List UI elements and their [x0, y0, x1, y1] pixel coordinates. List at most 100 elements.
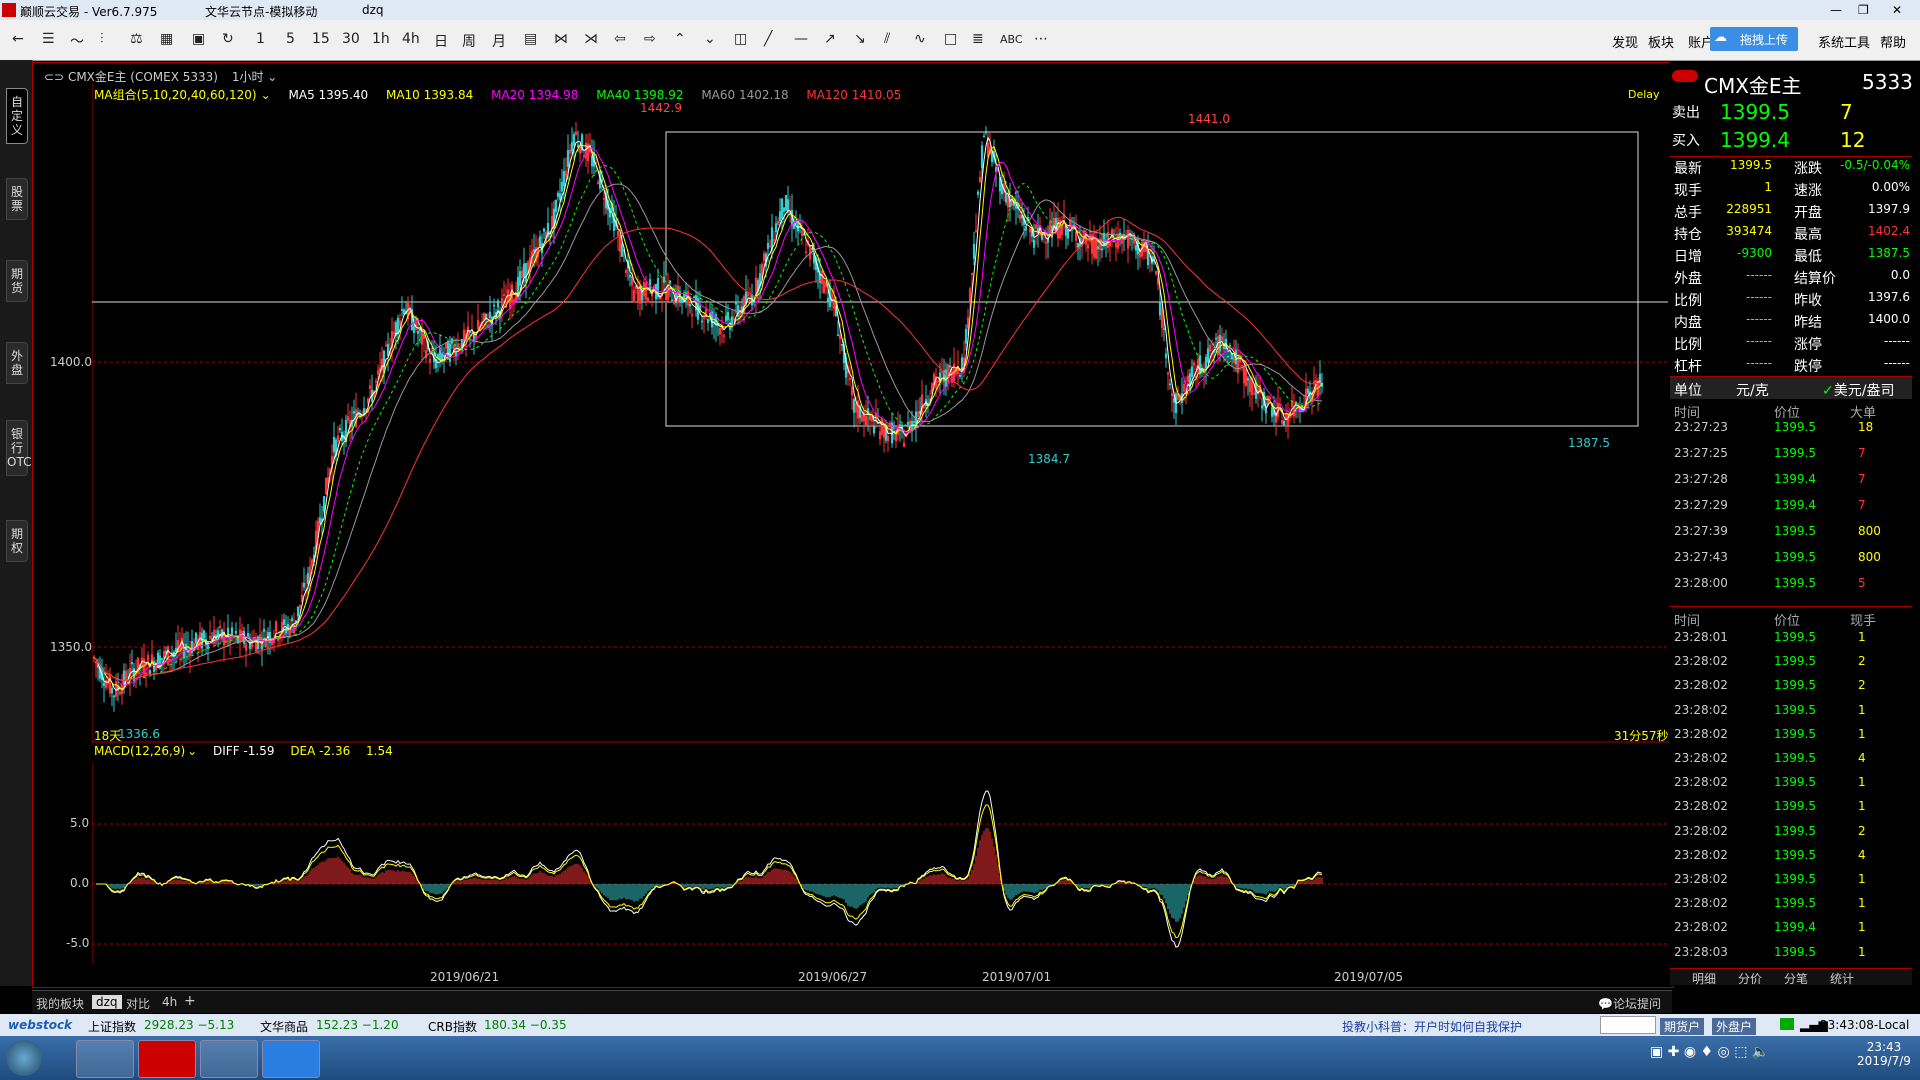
left-tab-custom[interactable]: 自定义 [6, 88, 28, 144]
wh6-app-icon[interactable] [138, 1040, 196, 1078]
candlestick-icon[interactable]: ⫶ [100, 31, 104, 47]
wh-label[interactable]: 文华商品 [260, 1018, 308, 1035]
menu-sector[interactable]: 板块 [1648, 32, 1674, 51]
quote-row: 23:28:02 1399.5 2 [1670, 654, 1912, 674]
candlestick-chart[interactable] [92, 84, 1668, 744]
tab-price-dist[interactable]: 分价 [1738, 970, 1762, 987]
period-1[interactable]: 1 [256, 31, 265, 47]
list-icon[interactable]: ☰ [42, 31, 55, 47]
bottom-tab-bar: 我的板块 dzq 对比 4h + 💬论坛提问 [32, 990, 1672, 1013]
quote-row: 23:28:02 1399.5 1 [1670, 703, 1912, 723]
left-tab-options[interactable]: 期权 [6, 520, 28, 562]
refresh-icon[interactable]: ↻ [222, 31, 234, 47]
draw-fib-icon[interactable]: ≣ [972, 31, 984, 47]
macd-title[interactable]: MACD(12,26,9) [94, 744, 185, 758]
draw-text-tool[interactable]: ABC [1000, 33, 1023, 46]
sh-index-label[interactable]: 上证指数 [88, 1018, 136, 1035]
draw-line-icon[interactable]: ╱ [764, 31, 772, 47]
tab-tick[interactable]: 分笔 [1784, 970, 1808, 987]
menu-system-tools[interactable]: 系统工具 [1818, 32, 1870, 51]
chart-period[interactable]: 1小时 [232, 70, 264, 84]
menu-help[interactable]: 帮助 [1880, 32, 1906, 51]
draw-hline-icon[interactable]: — [794, 31, 808, 47]
period-5[interactable]: 5 [286, 31, 295, 47]
draw-rect-icon[interactable]: □ [944, 31, 957, 47]
macd-y-neg5: -5.0 [66, 936, 90, 950]
tab-compare[interactable]: 对比 [126, 995, 150, 1012]
close-button[interactable]: ✕ [1892, 3, 1902, 17]
stats-row: 比例 ------ 涨停 ------ [1670, 334, 1912, 356]
tab-detail[interactable]: 明细 [1692, 970, 1716, 987]
left-tab-futures[interactable]: 期货 [6, 260, 28, 302]
unit-usd-option[interactable]: ✓美元/盎司 [1822, 380, 1894, 400]
chevron-down-icon[interactable]: ⌄ [267, 70, 277, 84]
period-30[interactable]: 30 [342, 31, 360, 47]
macd-chart[interactable] [92, 762, 1668, 964]
transfer-app-icon[interactable] [262, 1040, 320, 1078]
draw-ray-down-icon[interactable]: ↘ [854, 31, 866, 47]
tab-my-sector[interactable]: 我的板块 [36, 995, 84, 1012]
line-chart-icon[interactable]: 〜 [70, 31, 84, 51]
tab-stats[interactable]: 统计 [1830, 970, 1854, 987]
minimize-button[interactable]: — [1830, 3, 1842, 17]
quote-row: 23:27:43 1399.5 800 [1670, 550, 1912, 570]
left-tab-foreign[interactable]: 外盘 [6, 342, 28, 384]
period-month[interactable]: 月 [492, 31, 506, 51]
period-week[interactable]: 周 [462, 31, 476, 51]
tip-link[interactable]: 投教小科普：开户时如何自我保护 [1342, 1018, 1522, 1035]
status-input[interactable] [1600, 1016, 1656, 1034]
left-tab-bank-otc[interactable]: 银行OTC [6, 420, 31, 476]
price-cell: 1399.5 [1774, 847, 1816, 862]
explorer-icon[interactable] [76, 1040, 134, 1078]
period-15[interactable]: 15 [312, 31, 330, 47]
arrow-left-icon[interactable]: ⇦ [614, 31, 626, 47]
sell-row[interactable]: 卖出 1399.5 7 [1670, 100, 1912, 124]
chrome-icon[interactable] [200, 1040, 258, 1078]
save-icon[interactable]: ▣ [192, 31, 205, 47]
taskbar-clock[interactable]: 23:43 2019/7/9 [1852, 1040, 1916, 1068]
foreign-account-button[interactable]: 外盘户 [1712, 1018, 1757, 1035]
zoom-out-icon[interactable]: ⋊ [584, 31, 598, 47]
draw-wave-icon[interactable]: ∿ [914, 31, 926, 47]
zoom-in-icon[interactable]: ⋈ [554, 31, 568, 47]
left-tab-stocks[interactable]: 股票 [6, 178, 28, 220]
time-cell: 23:28:02 [1674, 678, 1728, 693]
stat-value: ------ [1884, 334, 1910, 348]
draw-channel-icon[interactable]: ⫽ [884, 31, 890, 47]
period-1h[interactable]: 1h [372, 31, 390, 47]
layout-icon[interactable]: ◫ [734, 31, 747, 47]
buy-row[interactable]: 买入 1399.4 12 [1670, 128, 1912, 152]
scale-icon[interactable]: ⚖ [130, 31, 143, 47]
period-day[interactable]: 日 [434, 31, 448, 51]
period-4h[interactable]: 4h [402, 31, 420, 47]
unit-cny-option[interactable]: 元/克 [1736, 380, 1769, 400]
futures-account-button[interactable]: 期货户 [1660, 1018, 1705, 1035]
arrow-down-icon[interactable]: ⌄ [704, 31, 716, 47]
restore-button[interactable]: ❐ [1858, 3, 1869, 17]
upload-button[interactable]: ☁ 拖拽上传 [1710, 27, 1798, 51]
start-button-icon[interactable] [6, 1040, 42, 1076]
app-title: 巅顺云交易 - Ver6.7.975 [20, 5, 158, 19]
forum-button[interactable]: 💬论坛提问 [1598, 995, 1661, 1012]
cloud-icon: ☁ [1714, 30, 1727, 45]
arrow-right-icon[interactable]: ⇨ [644, 31, 656, 47]
calendar-icon[interactable]: ▤ [524, 31, 537, 47]
arrow-up-icon[interactable]: ⌃ [674, 31, 686, 47]
tab-4h[interactable]: 4h [162, 995, 177, 1009]
stat-label[interactable]: 结算价 [1794, 268, 1836, 288]
more-icon[interactable]: ⋯ [1034, 31, 1048, 47]
date-label: 2019/07/05 [1334, 970, 1404, 984]
grid-icon[interactable]: ▦ [160, 31, 173, 47]
menu-discover[interactable]: 发现 [1612, 32, 1638, 51]
tray-icons[interactable]: ▣ ✚ ◉ ♦ ◎ ⬚ 🔈 [1650, 1044, 1840, 1064]
draw-ray-icon[interactable]: ↗ [824, 31, 836, 47]
tab-dzq[interactable]: dzq [92, 995, 122, 1009]
stat-label: 内盘 [1674, 315, 1702, 331]
back-arrow-icon[interactable]: ← [12, 31, 24, 47]
chart-symbol[interactable]: CMX金E主 (COMEX 5333) [68, 70, 218, 84]
stat-value: ------ [1746, 356, 1772, 370]
crb-label[interactable]: CRB指数 [428, 1018, 477, 1035]
quote-row: 23:28:03 1399.5 1 [1670, 945, 1912, 965]
add-tab-button[interactable]: + [184, 993, 196, 1009]
chevron-down-icon[interactable]: ⌄ [187, 744, 197, 758]
